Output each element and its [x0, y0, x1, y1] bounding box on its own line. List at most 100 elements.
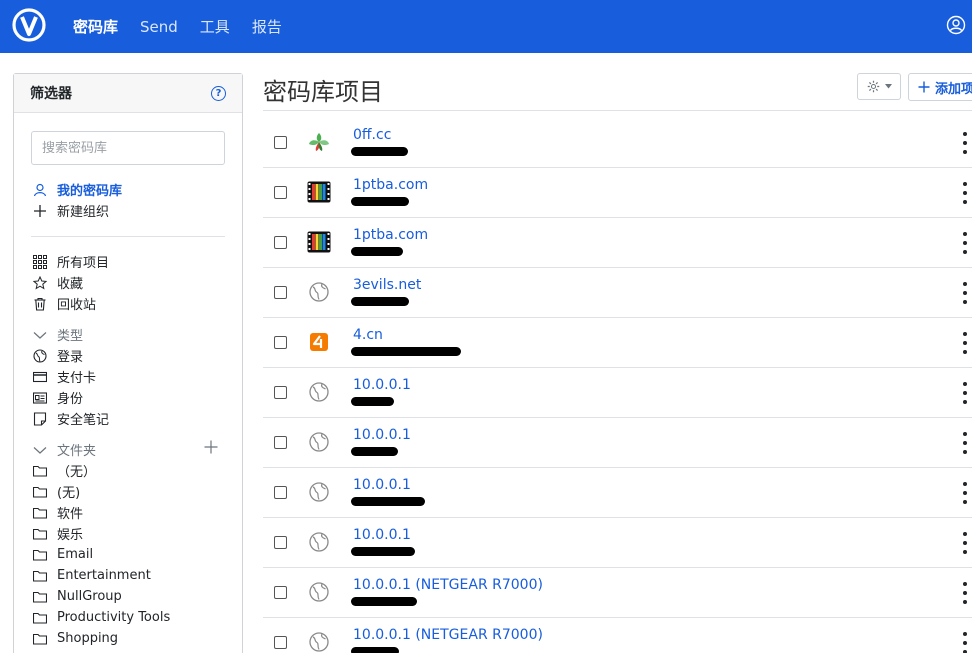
- table-row[interactable]: 10.0.0.1 (NETGEAR R7000): [263, 568, 972, 618]
- chevron-down-icon: [33, 328, 47, 342]
- plus-icon: [918, 81, 930, 93]
- item-options-icon[interactable]: [961, 482, 969, 504]
- account-icon[interactable]: [946, 15, 966, 35]
- add-item-button[interactable]: 添加项目: [908, 73, 972, 101]
- redacted-username: [351, 497, 425, 506]
- item-name-link[interactable]: 10.0.0.1: [353, 477, 411, 493]
- folder-label: (无): [57, 486, 81, 501]
- table-row[interactable]: 0ff.cc: [263, 118, 972, 168]
- row-checkbox[interactable]: [274, 486, 287, 499]
- item-options-icon[interactable]: [961, 532, 969, 554]
- item-options-icon[interactable]: [961, 382, 969, 404]
- orange-site-icon: [307, 330, 331, 354]
- folder-icon: [33, 485, 47, 499]
- folder-item[interactable]: 软件: [33, 502, 83, 523]
- filter-trash[interactable]: 回收站: [33, 293, 96, 314]
- table-row[interactable]: 10.0.0.1: [263, 518, 972, 568]
- item-options-icon[interactable]: [961, 232, 969, 254]
- row-checkbox[interactable]: [274, 286, 287, 299]
- row-checkbox[interactable]: [274, 136, 287, 149]
- table-row[interactable]: 10.0.0.1: [263, 418, 972, 468]
- add-folder-icon[interactable]: [204, 440, 218, 454]
- row-checkbox[interactable]: [274, 236, 287, 249]
- table-row[interactable]: 10.0.0.1: [263, 368, 972, 418]
- item-name-link[interactable]: 10.0.0.1: [353, 527, 411, 543]
- nav-vault[interactable]: 密码库: [73, 16, 118, 37]
- row-checkbox[interactable]: [274, 336, 287, 349]
- star-icon: [33, 275, 47, 290]
- row-checkbox[interactable]: [274, 536, 287, 549]
- item-options-icon[interactable]: [961, 432, 969, 454]
- filter-types-toggle[interactable]: 类型: [33, 324, 83, 345]
- main-nav: 密码库 Send 工具 报告: [73, 0, 304, 53]
- row-checkbox[interactable]: [274, 436, 287, 449]
- table-row[interactable]: 3evils.net: [263, 268, 972, 318]
- filter-type-login[interactable]: 登录: [33, 345, 83, 366]
- row-checkbox[interactable]: [274, 636, 287, 649]
- nav-send[interactable]: Send: [140, 18, 178, 36]
- row-checkbox[interactable]: [274, 386, 287, 399]
- table-row[interactable]: 1ptba.com: [263, 168, 972, 218]
- redacted-username: [351, 147, 408, 156]
- filter-type-identity[interactable]: 身份: [33, 387, 83, 408]
- row-checkbox[interactable]: [274, 186, 287, 199]
- globe-icon: [307, 580, 331, 604]
- filter-new-org[interactable]: 新建组织: [33, 200, 109, 221]
- filter-type-note-label: 安全笔记: [57, 413, 110, 428]
- trash-icon: [33, 297, 47, 311]
- item-options-icon[interactable]: [961, 182, 969, 204]
- settings-dropdown-button[interactable]: [857, 73, 901, 100]
- help-icon[interactable]: ?: [211, 85, 226, 101]
- filter-folders-toggle[interactable]: 文件夹: [33, 439, 96, 460]
- filter-new-org-label: 新建组织: [57, 205, 110, 220]
- item-options-icon[interactable]: [961, 332, 969, 354]
- top-navbar: 密码库 Send 工具 报告: [0, 0, 972, 53]
- item-options-icon[interactable]: [961, 582, 969, 604]
- table-row[interactable]: 4.cn: [263, 318, 972, 368]
- folder-item[interactable]: Entertainment: [33, 565, 151, 586]
- folder-icon: [33, 464, 47, 478]
- item-name-link[interactable]: 1ptba.com: [353, 227, 428, 243]
- item-options-icon[interactable]: [961, 132, 969, 154]
- item-name-link[interactable]: 10.0.0.1 (NETGEAR R7000): [353, 577, 543, 593]
- folder-item[interactable]: (无): [33, 481, 80, 502]
- filter-all-items[interactable]: 所有项目: [33, 251, 109, 272]
- globe-icon: [307, 530, 331, 554]
- globe-icon: [307, 380, 331, 404]
- filter-favorites[interactable]: 收藏: [33, 272, 83, 293]
- filter-favorites-label: 收藏: [57, 277, 84, 292]
- nav-tools[interactable]: 工具: [200, 16, 230, 37]
- item-name-link[interactable]: 10.0.0.1: [353, 427, 411, 443]
- item-name-link[interactable]: 0ff.cc: [353, 127, 391, 143]
- redacted-username: [351, 297, 409, 306]
- search-vault-input[interactable]: [31, 131, 225, 165]
- item-name-link[interactable]: 10.0.0.1 (NETGEAR R7000): [353, 627, 543, 643]
- item-options-icon[interactable]: [961, 282, 969, 304]
- item-name-link[interactable]: 4.cn: [353, 327, 383, 343]
- filter-all-items-label: 所有项目: [57, 256, 110, 271]
- table-row[interactable]: 1ptba.com: [263, 218, 972, 268]
- filter-type-note[interactable]: 安全笔记: [33, 408, 109, 429]
- folder-item[interactable]: （无）: [33, 460, 96, 481]
- item-name-link[interactable]: 1ptba.com: [353, 177, 428, 193]
- globe-icon: [307, 630, 331, 653]
- film-site-icon: [307, 180, 331, 204]
- item-name-link[interactable]: 10.0.0.1: [353, 377, 411, 393]
- folder-icon: [33, 569, 47, 583]
- folder-item[interactable]: Email: [33, 544, 93, 565]
- table-row[interactable]: 10.0.0.1 (NETGEAR R7000): [263, 618, 972, 653]
- row-checkbox[interactable]: [274, 586, 287, 599]
- item-options-icon[interactable]: [961, 632, 969, 653]
- redacted-username: [351, 647, 399, 653]
- folder-item[interactable]: Productivity Tools: [33, 607, 170, 628]
- nav-reports[interactable]: 报告: [252, 16, 282, 37]
- bitwarden-logo-icon[interactable]: [12, 8, 46, 42]
- filter-type-card[interactable]: 支付卡: [33, 366, 96, 387]
- folder-item[interactable]: 娱乐: [33, 523, 83, 544]
- folder-item[interactable]: NullGroup: [33, 586, 122, 607]
- item-name-link[interactable]: 3evils.net: [353, 277, 421, 293]
- filter-my-vault[interactable]: 我的密码库: [33, 179, 122, 200]
- folder-item[interactable]: Shopping: [33, 628, 118, 649]
- table-row[interactable]: 10.0.0.1: [263, 468, 972, 518]
- redacted-username: [351, 247, 403, 256]
